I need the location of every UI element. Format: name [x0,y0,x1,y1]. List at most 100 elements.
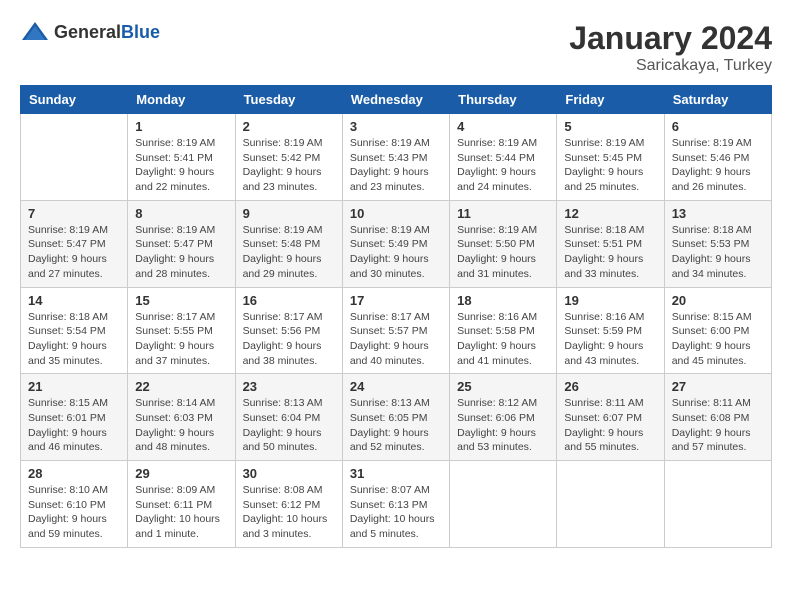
day-number: 6 [672,119,764,134]
day-detail: Sunrise: 8:19 AMSunset: 5:49 PMDaylight:… [350,223,442,282]
day-number: 2 [243,119,335,134]
calendar-cell: 9 Sunrise: 8:19 AMSunset: 5:48 PMDaylight… [235,200,342,287]
calendar-cell: 15 Sunrise: 8:17 AMSunset: 5:55 PMDayligh… [128,287,235,374]
calendar-cell: 10 Sunrise: 8:19 AMSunset: 5:49 PMDayligh… [342,200,449,287]
calendar-cell: 30 Sunrise: 8:08 AMSunset: 6:12 PMDayligh… [235,461,342,548]
day-number: 4 [457,119,549,134]
calendar-cell [450,461,557,548]
day-number: 8 [135,206,227,221]
calendar-cell: 24 Sunrise: 8:13 AMSunset: 6:05 PMDayligh… [342,374,449,461]
calendar-cell: 26Sunrise: 8:11 AMSunset: 6:07 PMDayligh… [557,374,664,461]
day-detail: Sunrise: 8:17 AMSunset: 5:55 PMDaylight:… [135,310,227,369]
day-detail: Sunrise: 8:19 AMSunset: 5:44 PMDaylight:… [457,136,549,195]
day-detail: Sunrise: 8:19 AMSunset: 5:45 PMDaylight:… [564,136,656,195]
calendar-week-row: 14 Sunrise: 8:18 AMSunset: 5:54 PMDayligh… [21,287,772,374]
day-detail: Sunrise: 8:19 AMSunset: 5:47 PMDaylight:… [135,223,227,282]
calendar-cell: 21 Sunrise: 8:15 AMSunset: 6:01 PMDayligh… [21,374,128,461]
day-detail: Sunrise: 8:18 AMSunset: 5:54 PMDaylight:… [28,310,120,369]
day-detail: Sunrise: 8:14 AMSunset: 6:03 PMDaylight:… [135,396,227,455]
calendar-cell: 19Sunrise: 8:16 AMSunset: 5:59 PMDayligh… [557,287,664,374]
day-number: 31 [350,466,442,481]
calendar-cell: 12 Sunrise: 8:18 AMSunset: 5:51 PMDayligh… [557,200,664,287]
col-header-saturday: Saturday [664,86,771,114]
day-number: 17 [350,293,442,308]
day-detail: Sunrise: 8:19 AMSunset: 5:41 PMDaylight:… [135,136,227,195]
logo-blue-text: Blue [121,22,160,42]
day-detail: Sunrise: 8:19 AMSunset: 5:42 PMDaylight:… [243,136,335,195]
calendar-cell: 3 Sunrise: 8:19 AMSunset: 5:43 PMDaylight… [342,114,449,201]
col-header-wednesday: Wednesday [342,86,449,114]
day-number: 16 [243,293,335,308]
calendar-cell: 11Sunrise: 8:19 AMSunset: 5:50 PMDayligh… [450,200,557,287]
day-number: 1 [135,119,227,134]
day-detail: Sunrise: 8:12 AMSunset: 6:06 PMDaylight:… [457,396,549,455]
day-detail: Sunrise: 8:18 AMSunset: 5:53 PMDaylight:… [672,223,764,282]
day-detail: Sunrise: 8:15 AMSunset: 6:00 PMDaylight:… [672,310,764,369]
calendar-cell: 18Sunrise: 8:16 AMSunset: 5:58 PMDayligh… [450,287,557,374]
logo-general-text: General [54,22,121,42]
day-number: 12 [564,206,656,221]
day-number: 30 [243,466,335,481]
calendar-cell: 8 Sunrise: 8:19 AMSunset: 5:47 PMDaylight… [128,200,235,287]
day-detail: Sunrise: 8:19 AMSunset: 5:50 PMDaylight:… [457,223,549,282]
day-detail: Sunrise: 8:13 AMSunset: 6:04 PMDaylight:… [243,396,335,455]
day-number: 23 [243,379,335,394]
col-header-sunday: Sunday [21,86,128,114]
calendar-table: SundayMondayTuesdayWednesdayThursdayFrid… [20,85,772,548]
day-detail: Sunrise: 8:08 AMSunset: 6:12 PMDaylight:… [243,483,335,542]
calendar-cell: 4 Sunrise: 8:19 AMSunset: 5:44 PMDaylight… [450,114,557,201]
day-detail: Sunrise: 8:19 AMSunset: 5:46 PMDaylight:… [672,136,764,195]
logo-icon [20,20,50,44]
day-number: 28 [28,466,120,481]
calendar-header-row: SundayMondayTuesdayWednesdayThursdayFrid… [21,86,772,114]
calendar-cell [664,461,771,548]
day-number: 9 [243,206,335,221]
calendar-cell: 14 Sunrise: 8:18 AMSunset: 5:54 PMDayligh… [21,287,128,374]
calendar-cell: 31 Sunrise: 8:07 AMSunset: 6:13 PMDayligh… [342,461,449,548]
calendar-week-row: 1 Sunrise: 8:19 AMSunset: 5:41 PMDaylight… [21,114,772,201]
day-detail: Sunrise: 8:19 AMSunset: 5:48 PMDaylight:… [243,223,335,282]
day-number: 26 [564,379,656,394]
calendar-cell: 16 Sunrise: 8:17 AMSunset: 5:56 PMDayligh… [235,287,342,374]
day-number: 20 [672,293,764,308]
day-number: 29 [135,466,227,481]
day-number: 25 [457,379,549,394]
day-number: 21 [28,379,120,394]
logo: GeneralBlue [20,20,160,44]
calendar-cell: 17Sunrise: 8:17 AMSunset: 5:57 PMDayligh… [342,287,449,374]
day-number: 18 [457,293,549,308]
calendar-week-row: 21 Sunrise: 8:15 AMSunset: 6:01 PMDayligh… [21,374,772,461]
day-number: 13 [672,206,764,221]
day-number: 14 [28,293,120,308]
calendar-cell [557,461,664,548]
calendar-cell: 13 Sunrise: 8:18 AMSunset: 5:53 PMDayligh… [664,200,771,287]
day-number: 27 [672,379,764,394]
day-number: 22 [135,379,227,394]
day-detail: Sunrise: 8:07 AMSunset: 6:13 PMDaylight:… [350,483,442,542]
calendar-cell: 25 Sunrise: 8:12 AMSunset: 6:06 PMDayligh… [450,374,557,461]
calendar-cell: 6 Sunrise: 8:19 AMSunset: 5:46 PMDaylight… [664,114,771,201]
day-detail: Sunrise: 8:15 AMSunset: 6:01 PMDaylight:… [28,396,120,455]
calendar-cell: 23 Sunrise: 8:13 AMSunset: 6:04 PMDayligh… [235,374,342,461]
day-number: 10 [350,206,442,221]
day-detail: Sunrise: 8:11 AMSunset: 6:08 PMDaylight:… [672,396,764,455]
location-title: Saricakaya, Turkey [569,57,772,75]
day-number: 3 [350,119,442,134]
day-detail: Sunrise: 8:13 AMSunset: 6:05 PMDaylight:… [350,396,442,455]
calendar-cell: 7 Sunrise: 8:19 AMSunset: 5:47 PMDaylight… [21,200,128,287]
calendar-cell: 28Sunrise: 8:10 AMSunset: 6:10 PMDayligh… [21,461,128,548]
calendar-cell: 27 Sunrise: 8:11 AMSunset: 6:08 PMDayligh… [664,374,771,461]
day-detail: Sunrise: 8:17 AMSunset: 5:56 PMDaylight:… [243,310,335,369]
day-detail: Sunrise: 8:19 AMSunset: 5:43 PMDaylight:… [350,136,442,195]
col-header-monday: Monday [128,86,235,114]
day-detail: Sunrise: 8:18 AMSunset: 5:51 PMDaylight:… [564,223,656,282]
day-number: 15 [135,293,227,308]
day-number: 7 [28,206,120,221]
col-header-thursday: Thursday [450,86,557,114]
month-title: January 2024 [569,20,772,57]
calendar-cell: 2 Sunrise: 8:19 AMSunset: 5:42 PMDaylight… [235,114,342,201]
col-header-tuesday: Tuesday [235,86,342,114]
title-block: January 2024 Saricakaya, Turkey [569,20,772,75]
day-number: 24 [350,379,442,394]
day-detail: Sunrise: 8:19 AMSunset: 5:47 PMDaylight:… [28,223,120,282]
